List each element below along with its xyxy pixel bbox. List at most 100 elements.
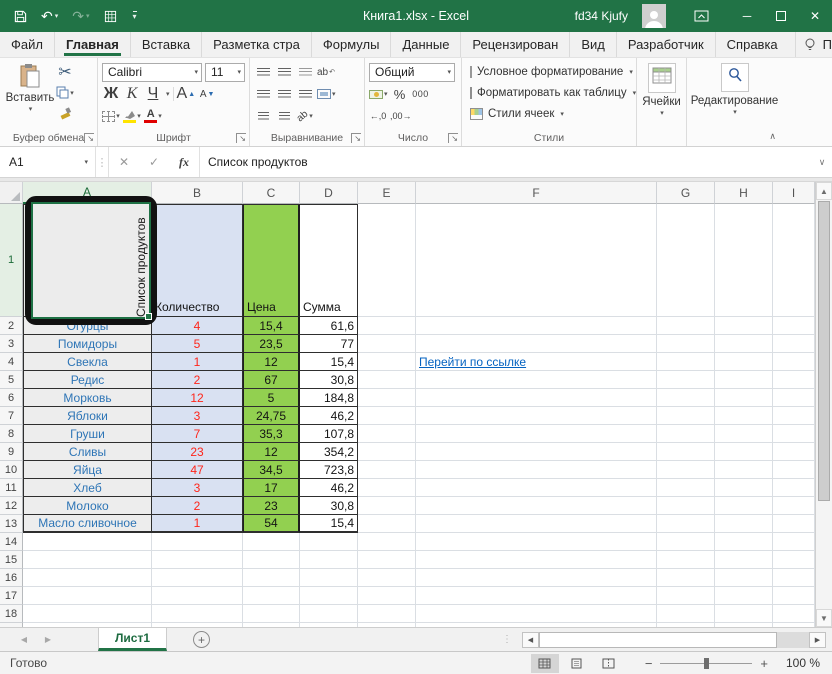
cell-H10[interactable] bbox=[715, 461, 773, 479]
row-header-9[interactable]: 9 bbox=[0, 443, 23, 461]
cell-C14[interactable] bbox=[243, 533, 300, 551]
column-header-I[interactable]: I bbox=[773, 182, 815, 204]
cell-F15[interactable] bbox=[416, 551, 657, 569]
cell-A3[interactable]: Помидоры bbox=[23, 335, 152, 353]
cell-B14[interactable] bbox=[152, 533, 243, 551]
cell-A2[interactable]: Огурцы bbox=[23, 317, 152, 335]
cell-B15[interactable] bbox=[152, 551, 243, 569]
cell-F4[interactable]: Перейти по ссылке bbox=[416, 353, 657, 371]
page-layout-view-icon[interactable] bbox=[563, 654, 591, 673]
fill-color-button[interactable]: ▾ bbox=[123, 107, 141, 126]
merge-center-button[interactable]: ▾ bbox=[317, 85, 336, 104]
cell-E3[interactable] bbox=[358, 335, 416, 353]
font-name-select[interactable]: Calibri▾ bbox=[102, 63, 202, 82]
cell-styles-button[interactable]: Стили ячеек ▾ bbox=[470, 103, 632, 124]
align-top-icon[interactable] bbox=[254, 63, 272, 82]
cell-A17[interactable] bbox=[23, 587, 152, 605]
collapse-ribbon-icon[interactable]: ∧ bbox=[769, 131, 776, 142]
cell-G9[interactable] bbox=[657, 443, 715, 461]
minimize-button[interactable]: ─ bbox=[730, 0, 764, 32]
cell-D18[interactable] bbox=[300, 605, 358, 623]
sheet-nav-left-icon[interactable]: ◀ bbox=[12, 628, 36, 651]
cell-B12[interactable]: 2 bbox=[152, 497, 243, 515]
cell-F18[interactable] bbox=[416, 605, 657, 623]
row-header-15[interactable]: 15 bbox=[0, 551, 23, 569]
cell-I3[interactable] bbox=[773, 335, 815, 353]
cell-D13[interactable]: 15,4 bbox=[300, 515, 358, 533]
cell-E1[interactable] bbox=[358, 204, 416, 317]
cell-F6[interactable] bbox=[416, 389, 657, 407]
cell-A14[interactable] bbox=[23, 533, 152, 551]
cell-B16[interactable] bbox=[152, 569, 243, 587]
cell-C2[interactable]: 15,4 bbox=[243, 317, 300, 335]
decrease-decimal-icon[interactable]: ,00→ bbox=[390, 107, 412, 126]
cell-G8[interactable] bbox=[657, 425, 715, 443]
cell-G1[interactable] bbox=[657, 204, 715, 317]
tab-formulas[interactable]: Формулы bbox=[311, 32, 391, 57]
maximize-button[interactable] bbox=[764, 0, 798, 32]
tab-data[interactable]: Данные bbox=[390, 32, 460, 57]
cell-E18[interactable] bbox=[358, 605, 416, 623]
hyperlink[interactable]: Перейти по ссылке bbox=[419, 355, 526, 369]
new-sheet-icon[interactable]: + bbox=[193, 631, 210, 648]
formula-bar-splitter[interactable]: ⋮ bbox=[96, 147, 109, 177]
cell-F5[interactable] bbox=[416, 371, 657, 389]
cell-D1[interactable]: Сумма bbox=[300, 204, 358, 317]
cell-I12[interactable] bbox=[773, 497, 815, 515]
cell-D11[interactable]: 46,2 bbox=[300, 479, 358, 497]
cell-A4[interactable]: Свекла bbox=[23, 353, 152, 371]
cell-H17[interactable] bbox=[715, 587, 773, 605]
cell-A7[interactable]: Яблоки bbox=[23, 407, 152, 425]
cell-F16[interactable] bbox=[416, 569, 657, 587]
cell-A13[interactable]: Масло сливочное bbox=[23, 515, 152, 533]
align-left-icon[interactable] bbox=[254, 85, 272, 104]
user-avatar[interactable] bbox=[642, 4, 666, 28]
underline-dropdown-icon[interactable]: ▾ bbox=[166, 90, 170, 98]
cell-F10[interactable] bbox=[416, 461, 657, 479]
sheet-nav-right-icon[interactable]: ▶ bbox=[36, 628, 60, 651]
column-header-F[interactable]: F bbox=[416, 182, 657, 204]
ribbon-display-options-icon[interactable] bbox=[684, 0, 718, 32]
cell-B6[interactable]: 12 bbox=[152, 389, 243, 407]
copy-icon[interactable]: ▾ bbox=[56, 83, 74, 102]
cell-A12[interactable]: Молоко bbox=[23, 497, 152, 515]
cell-E7[interactable] bbox=[358, 407, 416, 425]
zoom-slider-thumb[interactable] bbox=[704, 658, 709, 669]
close-button[interactable]: ✕ bbox=[798, 0, 832, 32]
font-dialog-launcher-icon[interactable]: ↘ bbox=[236, 133, 246, 143]
cell-A1[interactable] bbox=[23, 204, 152, 317]
alignment-dialog-launcher-icon[interactable]: ↘ bbox=[351, 133, 361, 143]
row-header-8[interactable]: 8 bbox=[0, 425, 23, 443]
undo-dropdown-icon[interactable]: ▾ bbox=[55, 13, 59, 20]
cell-A10[interactable]: Яйца bbox=[23, 461, 152, 479]
row-header-6[interactable]: 6 bbox=[0, 389, 23, 407]
cell-E10[interactable] bbox=[358, 461, 416, 479]
row-header-4[interactable]: 4 bbox=[0, 353, 23, 371]
cell-E5[interactable] bbox=[358, 371, 416, 389]
cell-B2[interactable]: 4 bbox=[152, 317, 243, 335]
expand-formula-bar-icon[interactable]: ∨ bbox=[812, 147, 832, 177]
wrap-text-button[interactable]: ab↶ bbox=[317, 63, 335, 82]
cell-C7[interactable]: 24,75 bbox=[243, 407, 300, 425]
cell-B1[interactable]: Количество bbox=[152, 204, 243, 317]
bold-button[interactable]: Ж bbox=[102, 85, 120, 104]
cell-G6[interactable] bbox=[657, 389, 715, 407]
cell-A18[interactable] bbox=[23, 605, 152, 623]
cell-B8[interactable]: 7 bbox=[152, 425, 243, 443]
cell-E16[interactable] bbox=[358, 569, 416, 587]
formula-input[interactable]: Список продуктов bbox=[200, 147, 812, 177]
cell-C1[interactable]: Цена bbox=[243, 204, 300, 317]
cell-G14[interactable] bbox=[657, 533, 715, 551]
cell-I7[interactable] bbox=[773, 407, 815, 425]
row-header-5[interactable]: 5 bbox=[0, 371, 23, 389]
cell-H12[interactable] bbox=[715, 497, 773, 515]
cell-A8[interactable]: Груши bbox=[23, 425, 152, 443]
cell-G7[interactable] bbox=[657, 407, 715, 425]
align-bottom-icon[interactable] bbox=[296, 63, 314, 82]
cell-D5[interactable]: 30,8 bbox=[300, 371, 358, 389]
horizontal-scrollbar[interactable]: ◀ ▶ bbox=[522, 632, 826, 648]
cell-A16[interactable] bbox=[23, 569, 152, 587]
cell-H3[interactable] bbox=[715, 335, 773, 353]
cell-D7[interactable]: 46,2 bbox=[300, 407, 358, 425]
cell-H18[interactable] bbox=[715, 605, 773, 623]
